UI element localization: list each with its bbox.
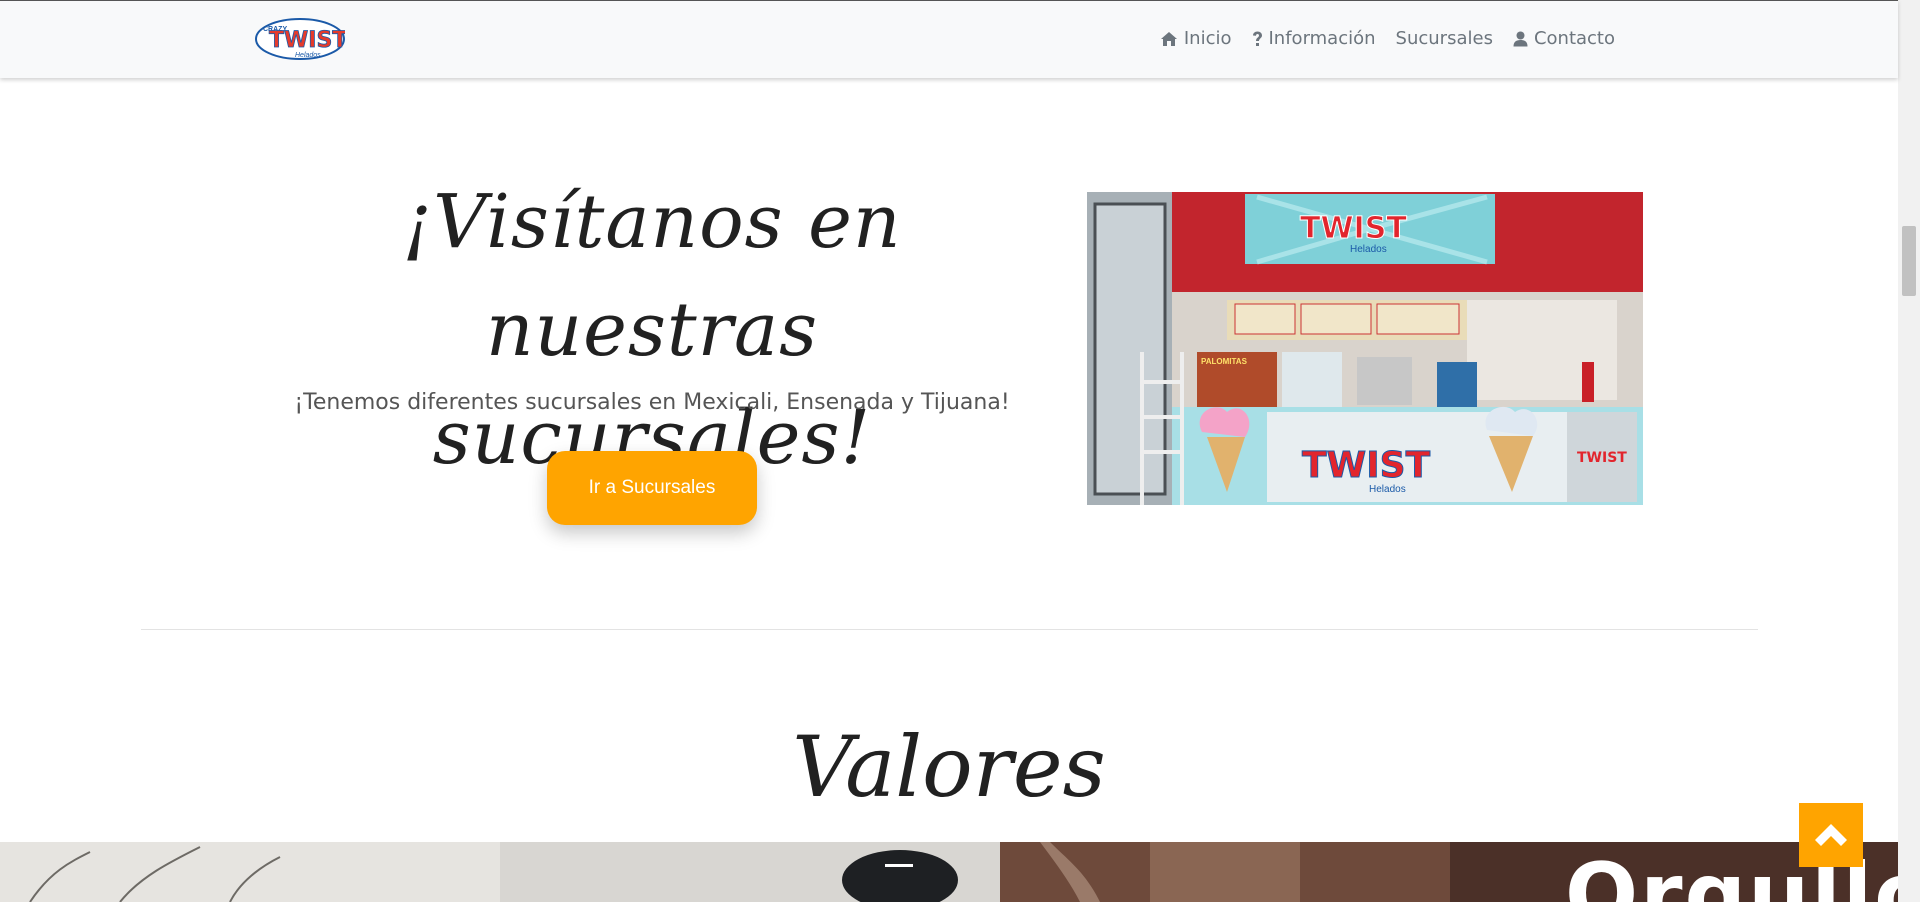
logo-small-bottom: Helados: [295, 52, 321, 59]
logo-wordmark: TWIST: [269, 28, 345, 53]
navbar: CRAZY TWIST Helados Inicio Información S…: [0, 0, 1898, 78]
store-sign-sub: Helados: [1350, 244, 1387, 255]
store-photo: TWIST Helados PALOMITAS TWIST Helados TW…: [1087, 192, 1643, 505]
home-icon: [1160, 31, 1177, 46]
store-side-sign: TWIST: [1577, 450, 1627, 466]
store-menu-label: PALOMITAS: [1201, 357, 1248, 366]
user-icon: [1513, 31, 1528, 46]
values-banner: Orgullo: [0, 842, 1898, 902]
nav-item-contacto[interactable]: Contacto: [1513, 28, 1615, 49]
nav-label-informacion: Información: [1268, 28, 1376, 49]
counter-sign-sub: Helados: [1369, 484, 1406, 495]
hero-subtitle: ¡Tenemos diferentes sucursales en Mexica…: [294, 390, 1010, 415]
question-icon: [1252, 31, 1262, 46]
values-heading: Valores: [792, 718, 1106, 816]
counter-sign-text: TWIST: [1302, 445, 1431, 486]
nav-label-contacto: Contacto: [1533, 28, 1615, 49]
nav-item-sucursales[interactable]: Sucursales: [1396, 28, 1493, 49]
store-sign-text: TWIST: [1300, 211, 1407, 246]
page-scrollbar[interactable]: [1898, 0, 1920, 902]
nav-item-informacion[interactable]: Información: [1252, 28, 1376, 49]
chevron-up-icon: [1815, 824, 1847, 846]
main-nav: Inicio Información Sucursales Contacto: [1160, 28, 1615, 49]
scrollbar-thumb[interactable]: [1902, 226, 1916, 296]
go-to-branches-button[interactable]: Ir a Sucursales: [547, 451, 757, 525]
section-divider: [141, 629, 1758, 630]
scroll-to-top-button[interactable]: [1799, 803, 1863, 867]
nav-label-inicio: Inicio: [1183, 28, 1232, 49]
brand-logo[interactable]: CRAZY TWIST Helados: [255, 17, 345, 61]
hero-title: ¡Visítanos en nuestras sucursales!: [402, 179, 902, 481]
nav-item-inicio[interactable]: Inicio: [1160, 28, 1232, 49]
nav-label-sucursales: Sucursales: [1395, 28, 1493, 49]
